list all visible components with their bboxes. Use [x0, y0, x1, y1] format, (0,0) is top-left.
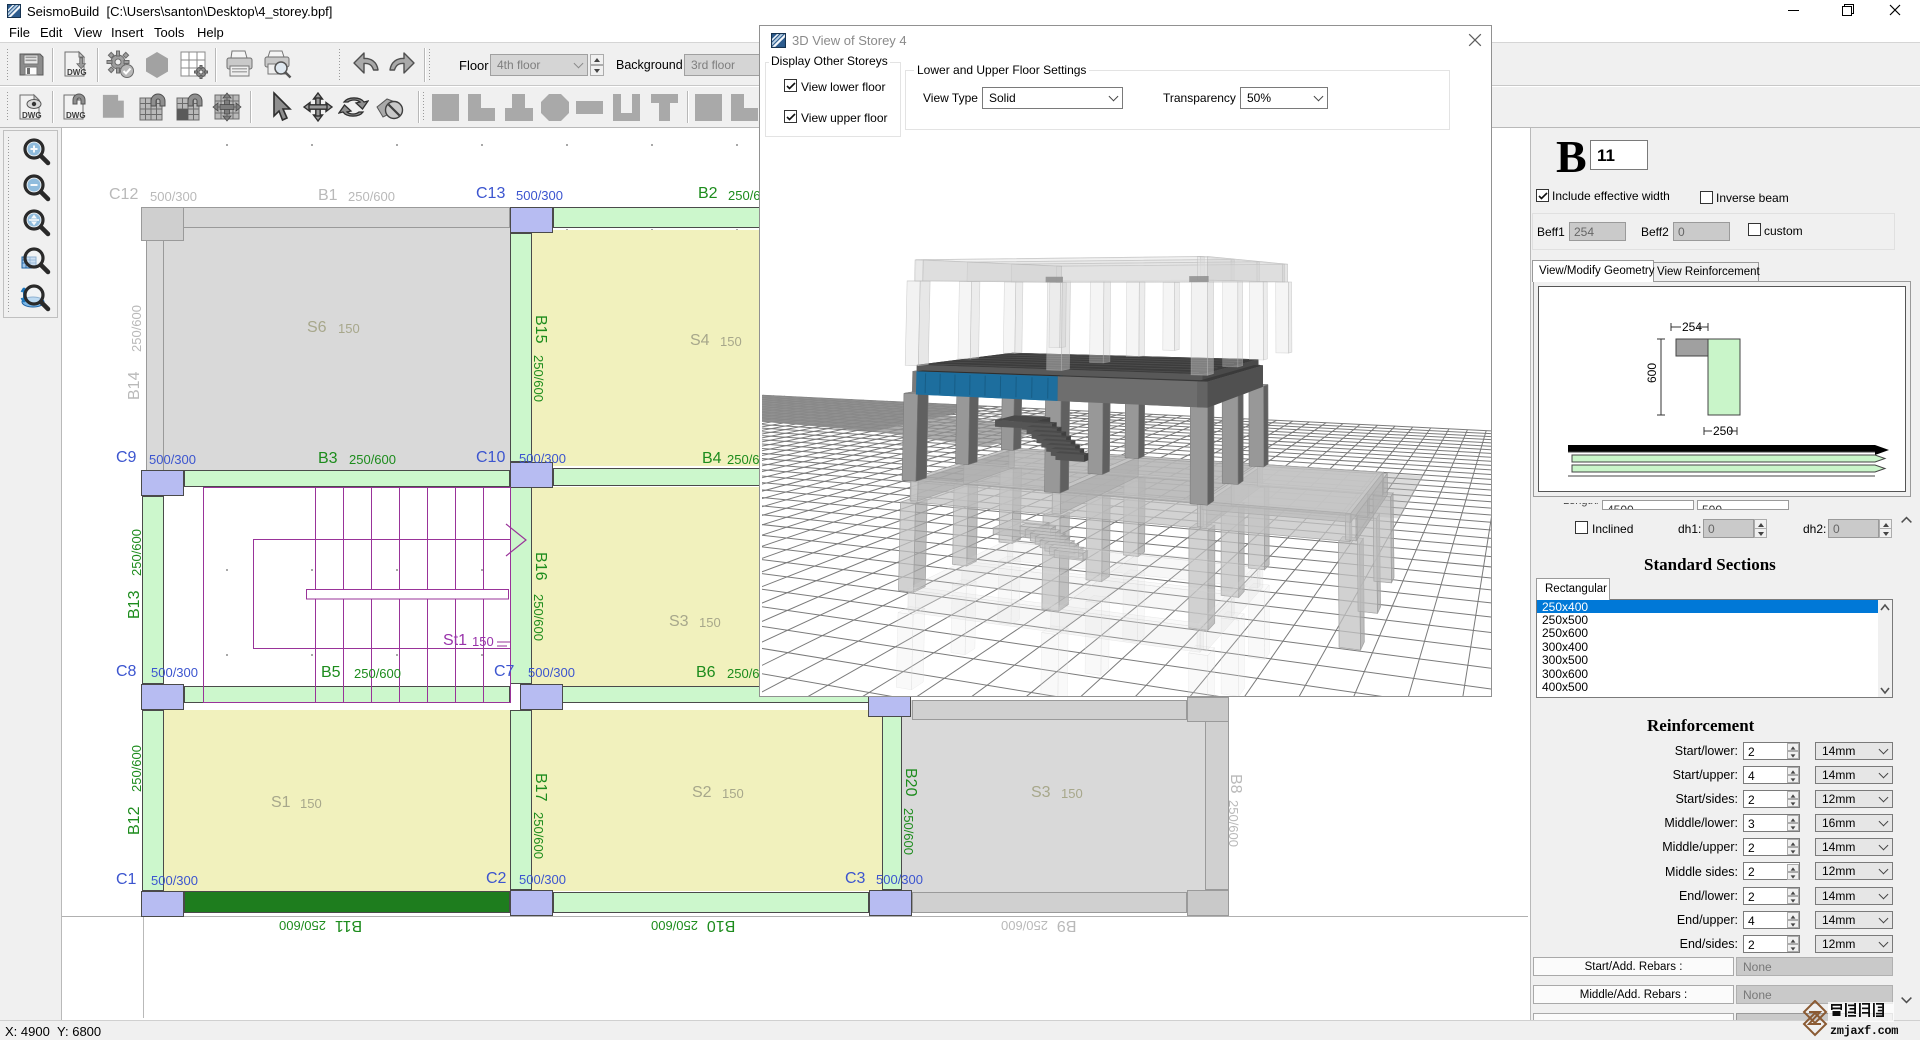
svg-text:600: 600	[1645, 363, 1659, 383]
svg-text:zmjaxf.com: zmjaxf.com	[1830, 1024, 1898, 1038]
svg-text:254: 254	[1682, 320, 1702, 334]
svg-text:250: 250	[1713, 424, 1733, 438]
